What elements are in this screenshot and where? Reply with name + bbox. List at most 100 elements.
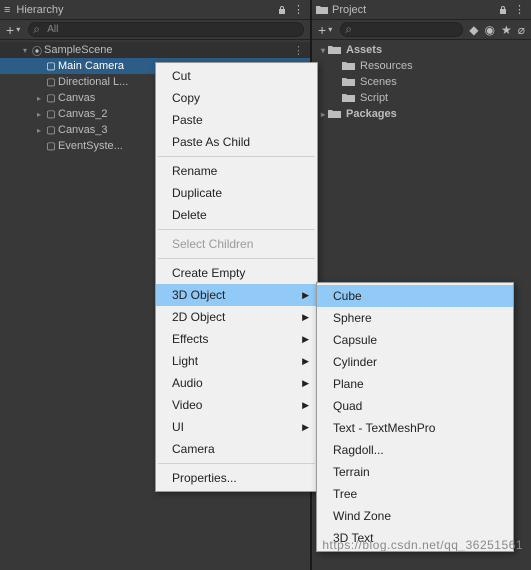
- submenu-item[interactable]: Capsule: [317, 329, 513, 351]
- menu-item-label: Select Children: [172, 237, 253, 251]
- submenu-item[interactable]: Quad: [317, 395, 513, 417]
- gameobject-icon: [44, 124, 58, 136]
- menu-item: Select Children: [156, 233, 317, 255]
- submenu-item[interactable]: Cube: [317, 285, 513, 307]
- more-icon[interactable]: ⋮: [293, 3, 304, 16]
- item-label: Directional L...: [58, 76, 128, 88]
- menu-item-label: Audio: [172, 376, 203, 390]
- menu-item-label: Properties...: [172, 471, 237, 485]
- item-label: Canvas: [58, 92, 95, 104]
- scene-row[interactable]: ▾ SampleScene ⋮: [0, 42, 310, 58]
- menu-item-label: Delete: [172, 208, 207, 222]
- menu-item[interactable]: Rename: [156, 160, 317, 182]
- chevron-right-icon: ▶: [302, 400, 309, 411]
- menu-item-label: Sphere: [333, 311, 372, 325]
- menu-item[interactable]: Delete: [156, 204, 317, 226]
- eye-icon[interactable]: ◉: [485, 23, 495, 37]
- item-label: Script: [360, 92, 388, 104]
- expander-icon[interactable]: ▸: [34, 126, 44, 135]
- menu-item-label: Paste As Child: [172, 135, 250, 149]
- expander-icon[interactable]: ▸: [34, 94, 44, 103]
- menu-item[interactable]: Create Empty: [156, 262, 317, 284]
- more-icon[interactable]: ⋮: [514, 3, 525, 16]
- menu-item[interactable]: Video ▶: [156, 394, 317, 416]
- scene-icon: [30, 43, 44, 58]
- item-label: Canvas_3: [58, 124, 108, 136]
- menu-item[interactable]: Paste As Child: [156, 131, 317, 153]
- menu-item-label: Light: [172, 354, 198, 368]
- gameobject-icon: [44, 108, 58, 120]
- slash-icon[interactable]: ⌀: [518, 23, 525, 37]
- scene-label: SampleScene: [44, 44, 113, 56]
- menu-separator: [158, 229, 315, 230]
- submenu-item[interactable]: Sphere: [317, 307, 513, 329]
- menu-item[interactable]: Audio▶: [156, 372, 317, 394]
- submenu-item[interactable]: Text - TextMeshPro: [317, 417, 513, 439]
- project-item[interactable]: Script: [312, 90, 531, 106]
- menu-item-label: Terrain: [333, 465, 370, 479]
- panel-menu-icon[interactable]: [4, 4, 12, 16]
- menu-item-label: 3D Object: [172, 288, 225, 302]
- submenu-item[interactable]: Wind Zone: [317, 505, 513, 527]
- menu-item[interactable]: Camera: [156, 438, 317, 460]
- menu-item[interactable]: 3D Object ▶: [156, 284, 317, 306]
- menu-item[interactable]: Copy: [156, 87, 317, 109]
- submenu-item[interactable]: Plane: [317, 373, 513, 395]
- menu-item-label: Video: [172, 398, 202, 412]
- filter-icon[interactable]: ◆: [469, 23, 478, 37]
- add-button[interactable]: +: [318, 22, 326, 38]
- expander-icon[interactable]: ▾: [20, 46, 30, 55]
- menu-item-label: Wind Zone: [333, 509, 391, 523]
- scene-more-icon[interactable]: ⋮: [293, 44, 304, 57]
- item-label: Main Camera: [58, 60, 124, 72]
- menu-item-label: Plane: [333, 377, 364, 391]
- menu-item[interactable]: Cut: [156, 65, 317, 87]
- menu-item[interactable]: Properties...: [156, 467, 317, 489]
- menu-item-label: Ragdoll...: [333, 443, 384, 457]
- project-item[interactable]: ▸Packages: [312, 106, 531, 122]
- lock-icon[interactable]: [277, 5, 287, 15]
- project-item[interactable]: ▾Assets: [312, 42, 531, 58]
- project-search[interactable]: [340, 22, 463, 37]
- search-placeholder: All: [47, 24, 58, 35]
- chevron-down-icon[interactable]: ▾: [328, 25, 332, 34]
- menu-separator: [158, 463, 315, 464]
- project-toolbar-icons: ◆ ◉ ★ ⌀: [469, 23, 525, 37]
- project-item[interactable]: Scenes: [312, 74, 531, 90]
- chevron-right-icon: ▶: [302, 356, 309, 367]
- menu-item[interactable]: Effects▶: [156, 328, 317, 350]
- chevron-down-icon[interactable]: ▾: [16, 25, 20, 34]
- chevron-right-icon: ▶: [302, 290, 309, 301]
- lock-icon[interactable]: [498, 5, 508, 15]
- expander-icon[interactable]: ▸: [34, 110, 44, 119]
- submenu-item[interactable]: Cylinder: [317, 351, 513, 373]
- star-icon[interactable]: ★: [501, 23, 512, 37]
- watermark: https://blog.csdn.net/qq_36251561: [322, 538, 523, 552]
- expander-icon[interactable]: ▸: [318, 110, 328, 119]
- item-label: Canvas_2: [58, 108, 108, 120]
- gameobject-icon: [44, 92, 58, 104]
- menu-item[interactable]: Light ▶: [156, 350, 317, 372]
- submenu-item[interactable]: Terrain: [317, 461, 513, 483]
- hierarchy-search[interactable]: All: [28, 22, 304, 37]
- item-label: Scenes: [360, 76, 397, 88]
- submenu-item[interactable]: Tree: [317, 483, 513, 505]
- item-label: EventSyste...: [58, 140, 123, 152]
- project-item[interactable]: Resources: [312, 58, 531, 74]
- hierarchy-toolbar: + ▾ All: [0, 20, 310, 40]
- menu-item[interactable]: Duplicate: [156, 182, 317, 204]
- menu-separator: [158, 258, 315, 259]
- menu-item-label: Tree: [333, 487, 357, 501]
- menu-item-label: Duplicate: [172, 186, 222, 200]
- menu-item-label: Cut: [172, 69, 191, 83]
- menu-item-label: Create Empty: [172, 266, 245, 280]
- menu-item[interactable]: UI▶: [156, 416, 317, 438]
- expander-icon[interactable]: ▾: [318, 46, 328, 55]
- gameobject-icon: [44, 76, 58, 88]
- menu-item[interactable]: 2D Object▶: [156, 306, 317, 328]
- menu-item-label: 2D Object: [172, 310, 225, 324]
- submenu-item[interactable]: Ragdoll...: [317, 439, 513, 461]
- add-button[interactable]: +: [6, 22, 14, 38]
- menu-item[interactable]: Paste: [156, 109, 317, 131]
- gameobject-icon: [44, 140, 58, 152]
